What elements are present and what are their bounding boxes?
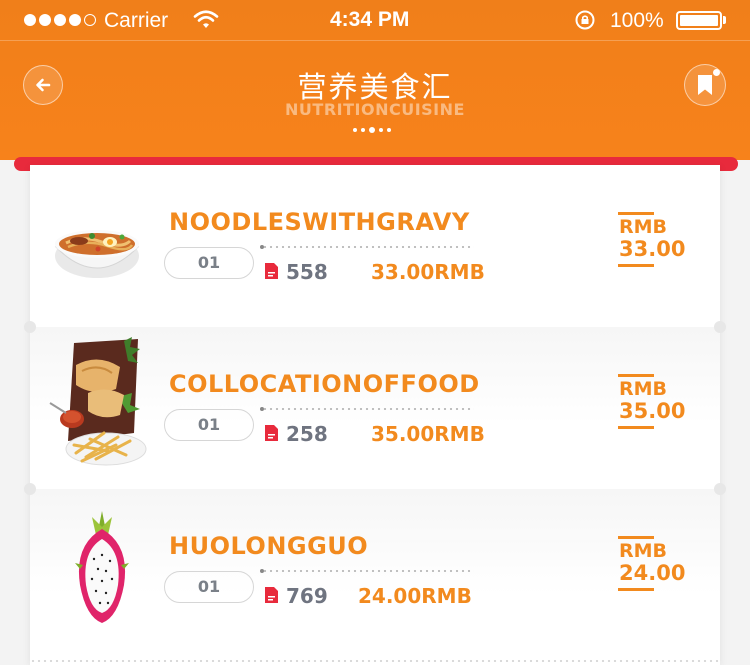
carrier-label: Carrier — [104, 9, 169, 32]
bookmark-icon — [698, 75, 712, 95]
dotted-divider — [262, 570, 474, 572]
item-name: COLLOCATIONOFFOOD — [169, 370, 480, 398]
food-platter-image — [49, 337, 147, 466]
page-subtitle: NUTRITIONCUISINE — [285, 100, 465, 119]
document-icon — [265, 425, 278, 441]
menu-list: NOODLESWITHGRAVY 01 558 33.00RMB RMB 33.… — [24, 165, 726, 665]
signal-strength-icon — [24, 14, 96, 26]
price-currency: RMB — [619, 540, 668, 562]
clock: 4:34 PM — [330, 8, 410, 31]
price-value: 24.00 — [619, 561, 686, 585]
price-currency: RMB — [619, 378, 668, 400]
list-item[interactable]: NOODLESWITHGRAVY 01 558 33.00RMB RMB 33.… — [30, 165, 720, 327]
quantity-field[interactable]: 01 — [164, 247, 254, 279]
battery-icon — [676, 11, 722, 30]
dotted-divider — [262, 408, 474, 410]
item-total: 35.00RMB — [371, 422, 485, 446]
battery-percent: 100% — [610, 9, 664, 32]
item-total: 33.00RMB — [371, 260, 485, 284]
dotted-divider — [262, 246, 474, 248]
item-total: 24.00RMB — [358, 584, 472, 608]
item-count: 769 — [286, 584, 328, 608]
dragon-fruit-image — [75, 511, 129, 623]
title-decoration — [353, 127, 391, 133]
noodle-bowl-image — [54, 230, 140, 278]
item-count: 258 — [286, 422, 328, 446]
price-value: 33.00 — [619, 237, 686, 261]
wifi-icon — [193, 9, 219, 37]
price-value: 35.00 — [619, 399, 686, 423]
price-currency: RMB — [619, 216, 668, 238]
list-item[interactable]: HUOLONGGUO 01 769 24.00RMB RMB 24.00 — [24, 483, 726, 665]
document-icon — [265, 587, 278, 603]
notification-dot — [713, 69, 720, 76]
item-name: HUOLONGGUO — [169, 532, 369, 560]
quantity-field[interactable]: 01 — [164, 409, 254, 441]
bookmark-button[interactable] — [684, 64, 726, 106]
item-count: 558 — [286, 260, 328, 284]
rotation-lock-icon — [574, 9, 596, 37]
list-item[interactable]: COLLOCATIONOFFOOD 01 258 35.00RMB RMB 35… — [24, 321, 726, 489]
header-bar: Carrier 4:34 PM 100% 营养美食汇 NUTRITIONCUIS… — [0, 0, 750, 160]
document-icon — [265, 263, 278, 279]
card-bottom-edge — [30, 660, 720, 662]
quantity-field[interactable]: 01 — [164, 571, 254, 603]
item-name: NOODLESWITHGRAVY — [169, 208, 470, 236]
status-bar: Carrier 4:34 PM 100% — [0, 0, 750, 40]
